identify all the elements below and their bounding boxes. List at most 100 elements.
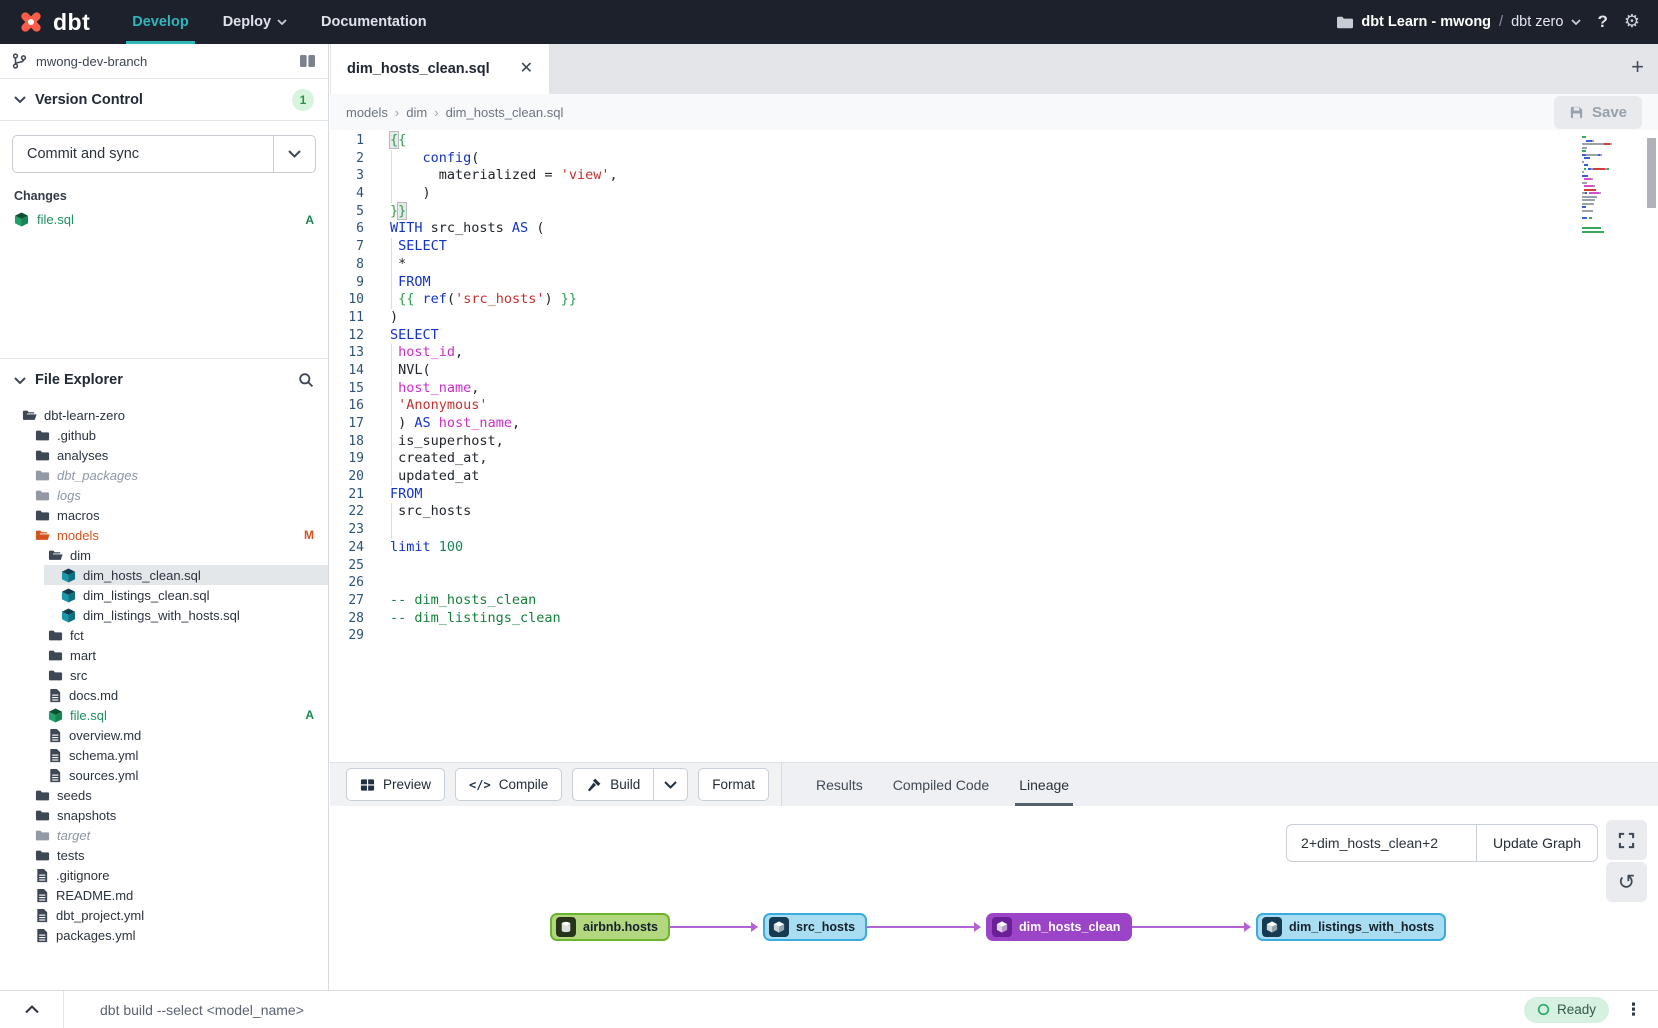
status-badge: A (305, 213, 314, 227)
file-tree: dbt-learn-zero .github (0, 401, 328, 945)
nav-develop[interactable]: Develop (132, 0, 188, 44)
project-switcher[interactable]: dbt Learn - mwong / dbt zero (1337, 14, 1581, 30)
tree-item[interactable]: dbt-learn-zero (0, 405, 328, 425)
command-bar: dbt build --select <model_name> Ready ⋮ (0, 990, 1658, 1028)
tree-item[interactable]: seeds (0, 785, 328, 805)
breadcrumb-models[interactable]: models (346, 105, 388, 120)
breadcrumb-separator: › (395, 105, 399, 120)
line-number: 17 (330, 415, 364, 433)
new-tab-plus-icon[interactable]: + (1631, 56, 1644, 78)
tab-lineage[interactable]: Lineage (1019, 763, 1069, 806)
help-icon[interactable]: ? (1597, 12, 1607, 32)
lineage-node-airbnb-hosts[interactable]: airbnb.hosts (550, 913, 670, 941)
expand-panel-button[interactable] (0, 991, 64, 1028)
tree-item-label: dbt_packages (57, 468, 138, 483)
breadcrumb-dim[interactable]: dim (406, 105, 427, 120)
docs-book-icon[interactable] (299, 54, 316, 68)
tree-item-label: tests (57, 848, 84, 863)
build-options-caret[interactable] (653, 769, 687, 800)
tab-results[interactable]: Results (816, 763, 863, 806)
line-number: 18 (330, 433, 364, 451)
minimap[interactable] (1582, 136, 1632, 238)
edge-arrow (1130, 926, 1250, 928)
chevron-down-icon (664, 781, 677, 789)
build-button[interactable]: Build (573, 769, 653, 800)
tree-item-label: analyses (57, 448, 108, 463)
tree-item[interactable]: tests (0, 845, 328, 865)
tab-compiled-code[interactable]: Compiled Code (893, 763, 990, 806)
tree-item[interactable]: fct (0, 625, 328, 645)
tree-item[interactable]: dim_listings_with_hosts.sql (0, 605, 328, 625)
tree-item[interactable]: .github (0, 425, 328, 445)
code-line: 20 updated_at (330, 468, 1658, 486)
compile-button[interactable]: </> Compile (455, 768, 562, 801)
tree-item[interactable]: .gitignore (0, 865, 328, 885)
tree-item[interactable]: dim_hosts_clean.sql (0, 565, 328, 585)
tab-dim-hosts-clean[interactable]: dim_hosts_clean.sql ✕ (331, 44, 549, 94)
folder-icon (48, 668, 63, 683)
tree-item[interactable]: logs (0, 485, 328, 505)
line-number: 21 (330, 486, 364, 504)
code-line: 9 FROM (330, 274, 1658, 292)
lineage-node-dim-hosts-clean[interactable]: dim_hosts_clean (986, 913, 1132, 941)
tree-item-label: file.sql (70, 708, 107, 723)
tree-item-label: .github (57, 428, 96, 443)
tree-item[interactable]: overview.md (0, 725, 328, 745)
tree-item[interactable]: dbt_project.yml (0, 905, 328, 925)
tree-item[interactable]: analyses (0, 445, 328, 465)
commit-and-sync-button[interactable]: Commit and sync (12, 135, 316, 173)
tree-item[interactable]: README.md (0, 885, 328, 905)
folder-icon (1337, 16, 1353, 29)
tree-item[interactable]: schema.yml (0, 745, 328, 765)
version-control-header[interactable]: Version Control 1 (0, 79, 328, 121)
line-number: 2 (330, 150, 364, 168)
branch-bar[interactable]: mwong-dev-branch (0, 44, 328, 79)
folder-icon (35, 808, 50, 823)
lineage-node-src-hosts[interactable]: src_hosts (763, 913, 867, 941)
changed-file-name: file.sql (37, 212, 74, 227)
line-number: 22 (330, 503, 364, 521)
tree-item[interactable]: sources.yml (0, 765, 328, 785)
command-input[interactable]: dbt build --select <model_name> (100, 1002, 304, 1018)
save-button[interactable]: Save (1554, 96, 1642, 129)
nav-deploy[interactable]: Deploy (223, 0, 287, 44)
tree-item-label: sources.yml (69, 768, 138, 783)
tree-item[interactable]: file.sql A (0, 705, 328, 725)
file-icon (35, 868, 49, 883)
tree-item[interactable]: src (0, 665, 328, 685)
file-explorer-header[interactable]: File Explorer (0, 359, 328, 401)
line-number: 19 (330, 450, 364, 468)
search-icon[interactable] (298, 372, 314, 388)
close-icon[interactable]: ✕ (520, 61, 533, 77)
breadcrumb-file[interactable]: dim_hosts_clean.sql (446, 105, 564, 120)
folder-icon (35, 788, 50, 803)
tree-item[interactable]: packages.yml (0, 925, 328, 945)
tree-item[interactable]: docs.md (0, 685, 328, 705)
tree-item[interactable]: dim_listings_clean.sql (0, 585, 328, 605)
tree-item[interactable]: target (0, 825, 328, 845)
tree-item[interactable]: dbt_packages (0, 465, 328, 485)
gear-icon[interactable]: ⚙ (1624, 13, 1640, 31)
tree-item-label: dbt_project.yml (56, 908, 144, 923)
code-editor[interactable]: 1 {{ 2 config( 3 materialized = 'view', … (330, 130, 1658, 762)
format-button[interactable]: Format (698, 768, 769, 801)
code-lines: 1 {{ 2 config( 3 materialized = 'view', … (330, 130, 1658, 645)
commit-options-caret[interactable] (273, 136, 315, 172)
results-tabs: Results Compiled Code Lineage (782, 763, 1658, 806)
changed-file-row[interactable]: file.sql A (14, 212, 314, 227)
tree-item[interactable]: macros (0, 505, 328, 525)
nav-documentation[interactable]: Documentation (321, 0, 427, 44)
lineage-node-dim-listings-with-hosts[interactable]: dim_listings_with_hosts (1256, 913, 1446, 941)
dbt-logo[interactable]: dbt (16, 7, 90, 37)
code-line: 8 * (330, 256, 1658, 274)
tree-item-label: logs (57, 488, 81, 503)
scrollbar-thumb[interactable] (1647, 138, 1656, 208)
tree-item[interactable]: snapshots (0, 805, 328, 825)
preview-button[interactable]: Preview (346, 768, 445, 801)
tree-item[interactable]: models M (0, 525, 328, 545)
kebab-menu-icon[interactable]: ⋮ (1625, 1000, 1642, 1020)
folder-icon (35, 488, 50, 503)
tree-item[interactable]: dim (0, 545, 328, 565)
code-line: 18 is_superhost, (330, 433, 1658, 451)
tree-item[interactable]: mart (0, 645, 328, 665)
